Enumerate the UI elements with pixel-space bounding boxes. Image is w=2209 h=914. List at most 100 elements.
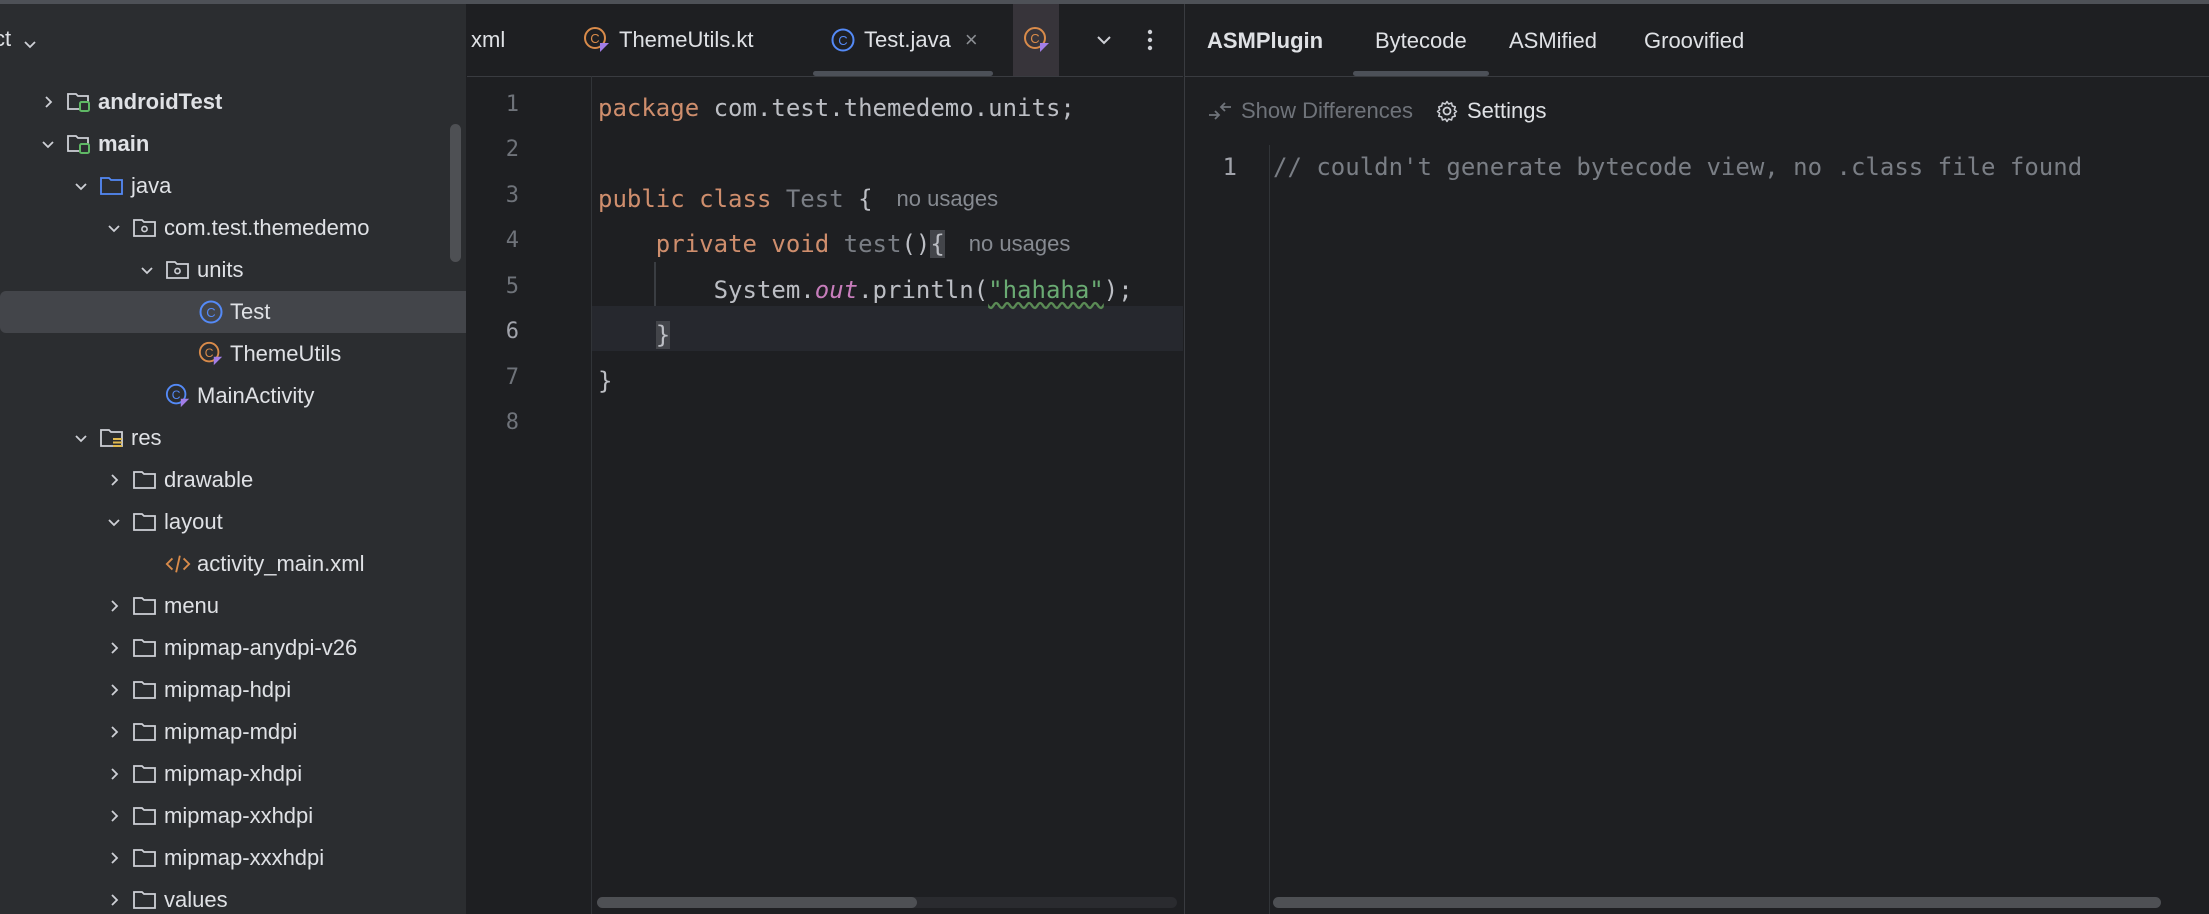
chevron-right-icon[interactable] <box>104 806 124 826</box>
tree-item[interactable]: main <box>0 123 466 165</box>
project-panel-header: ct <box>0 4 466 74</box>
tree-item[interactable]: activity_main.xml <box>0 543 466 585</box>
code-text-area[interactable]: package com.test.themedemo.units; public… <box>592 76 1183 914</box>
tree-item[interactable]: java <box>0 165 466 207</box>
keyword: package <box>598 93 700 122</box>
tree-item[interactable]: mipmap-xxxhdpi <box>0 837 466 879</box>
chevron-down-icon[interactable] <box>104 512 124 532</box>
chevron-right-icon[interactable] <box>38 92 58 112</box>
editor-horizontal-scrollbar[interactable] <box>597 897 917 908</box>
project-tool-window: ct androidTest main java com.test.themedemo… <box>0 4 466 914</box>
tree-item[interactable]: C ThemeUtils <box>0 333 466 375</box>
brace: { <box>843 184 873 213</box>
tree-item[interactable]: mipmap-xxhdpi <box>0 795 466 837</box>
bytecode-horizontal-scrollbar[interactable] <box>1273 897 2161 908</box>
tree-item[interactable]: units <box>0 249 466 291</box>
closing-brace: } <box>598 366 613 395</box>
line-number: 5 <box>505 274 519 299</box>
tree-item[interactable]: layout <box>0 501 466 543</box>
tab-groovified[interactable]: Groovified <box>1644 28 1744 54</box>
java-class-icon: C <box>198 299 224 325</box>
bytecode-gutter: 1 <box>1185 145 1270 914</box>
tree-item[interactable]: mipmap-hdpi <box>0 669 466 711</box>
chevron-right-icon[interactable] <box>104 890 124 910</box>
svg-text:C: C <box>206 305 215 320</box>
tree-item-label: main <box>98 131 150 156</box>
folder-icon <box>132 467 158 493</box>
chevron-right-icon[interactable] <box>104 848 124 868</box>
project-tree-scrollbar[interactable] <box>450 124 461 262</box>
line-number: 1 <box>505 92 519 117</box>
kotlin-class-icon: C <box>583 26 611 54</box>
usages-hint[interactable]: no usages <box>897 186 999 212</box>
tree-item[interactable]: mipmap-xhdpi <box>0 753 466 795</box>
chevron-down-icon[interactable] <box>137 260 157 280</box>
chevron-down-icon[interactable] <box>22 32 38 58</box>
tree-item[interactable]: androidTest <box>0 81 466 123</box>
tab-list-chevron-down-icon[interactable] <box>1089 4 1119 76</box>
chevron-down-icon[interactable] <box>71 428 91 448</box>
tab-bytecode[interactable]: Bytecode <box>1375 28 1467 54</box>
show-differences-label: Show Differences <box>1241 98 1414 123</box>
tab-kotlin-partial[interactable]: C <box>1013 4 1059 76</box>
tab-xml[interactable]: xml <box>471 4 505 76</box>
tree-item-label: java <box>131 173 172 198</box>
chevron-right-icon[interactable] <box>104 722 124 742</box>
tab-themeutils-kt[interactable]: C ThemeUtils.kt <box>583 4 753 76</box>
tree-item[interactable]: mipmap-mdpi <box>0 711 466 753</box>
tree-item-label: drawable <box>164 467 254 492</box>
line-number-gutter[interactable]: 1 2 3 4 5 6 7 8 <box>467 76 592 914</box>
usages-hint[interactable]: no usages <box>969 231 1071 257</box>
more-vertical-icon[interactable] <box>1135 4 1165 76</box>
chevron-right-icon[interactable] <box>104 470 124 490</box>
tree-item-label: units <box>197 257 244 282</box>
tree-item-label: mipmap-anydpi-v26 <box>164 635 358 660</box>
tab-test-java[interactable]: C Test.java × <box>830 4 978 76</box>
bytecode-content[interactable]: // couldn't generate bytecode view, no .… <box>1273 153 2082 181</box>
tree-item[interactable]: drawable <box>0 459 466 501</box>
chevron-right-icon[interactable] <box>104 638 124 658</box>
project-view-title[interactable]: ct <box>0 26 11 52</box>
code-text: ); <box>1103 275 1133 304</box>
parens: () <box>901 229 931 258</box>
svg-text:C: C <box>590 31 599 46</box>
keyword: private void <box>655 229 830 258</box>
chevron-down-icon[interactable] <box>104 218 124 238</box>
tree-item[interactable]: values <box>0 879 466 914</box>
settings-button[interactable]: Settings <box>1435 95 1547 127</box>
tree-item[interactable]: mipmap-anydpi-v26 <box>0 627 466 669</box>
java-class-icon: C <box>830 27 856 53</box>
kotlin-class-blue-icon: C <box>165 383 191 409</box>
method-name: test <box>829 229 902 258</box>
folder-resources-icon <box>99 425 125 451</box>
tree-item-label: res <box>131 425 162 450</box>
line-number: 3 <box>505 183 519 208</box>
tree-item-label: ThemeUtils <box>230 341 342 366</box>
tab-asmified[interactable]: ASMified <box>1509 28 1597 54</box>
chevron-right-icon[interactable] <box>104 764 124 784</box>
tree-item-label: values <box>164 887 228 912</box>
tree-item[interactable]: res <box>0 417 466 459</box>
asm-toolbar: Show Differences Settings <box>1185 77 2209 145</box>
code-line-7: } <box>598 358 612 403</box>
tree-item[interactable]: menu <box>0 585 466 627</box>
chevron-down-icon[interactable] <box>71 176 91 196</box>
tree-item[interactable]: com.test.themedemo <box>0 207 466 249</box>
editor-tab-bar: xml C ThemeUtils.kt C Test.java × C <box>467 4 1183 77</box>
active-tab-indicator <box>1353 71 1489 76</box>
kotlin-class-icon: C <box>1023 26 1051 54</box>
folder-icon <box>132 803 158 829</box>
tree-item[interactable]: C Test <box>0 291 466 333</box>
svg-text:C: C <box>1030 31 1039 46</box>
svg-text:C: C <box>205 346 214 360</box>
code-line-1: package com.test.themedemo.units; <box>598 85 1075 130</box>
svg-text:C: C <box>838 33 847 48</box>
chevron-down-icon[interactable] <box>38 134 58 154</box>
tree-item[interactable]: C MainActivity <box>0 375 466 417</box>
close-icon[interactable]: × <box>965 27 978 53</box>
show-differences-button[interactable]: Show Differences <box>1207 95 1413 127</box>
line-number: 4 <box>505 228 519 253</box>
chevron-right-icon[interactable] <box>104 680 124 700</box>
chevron-right-icon[interactable] <box>104 596 124 616</box>
